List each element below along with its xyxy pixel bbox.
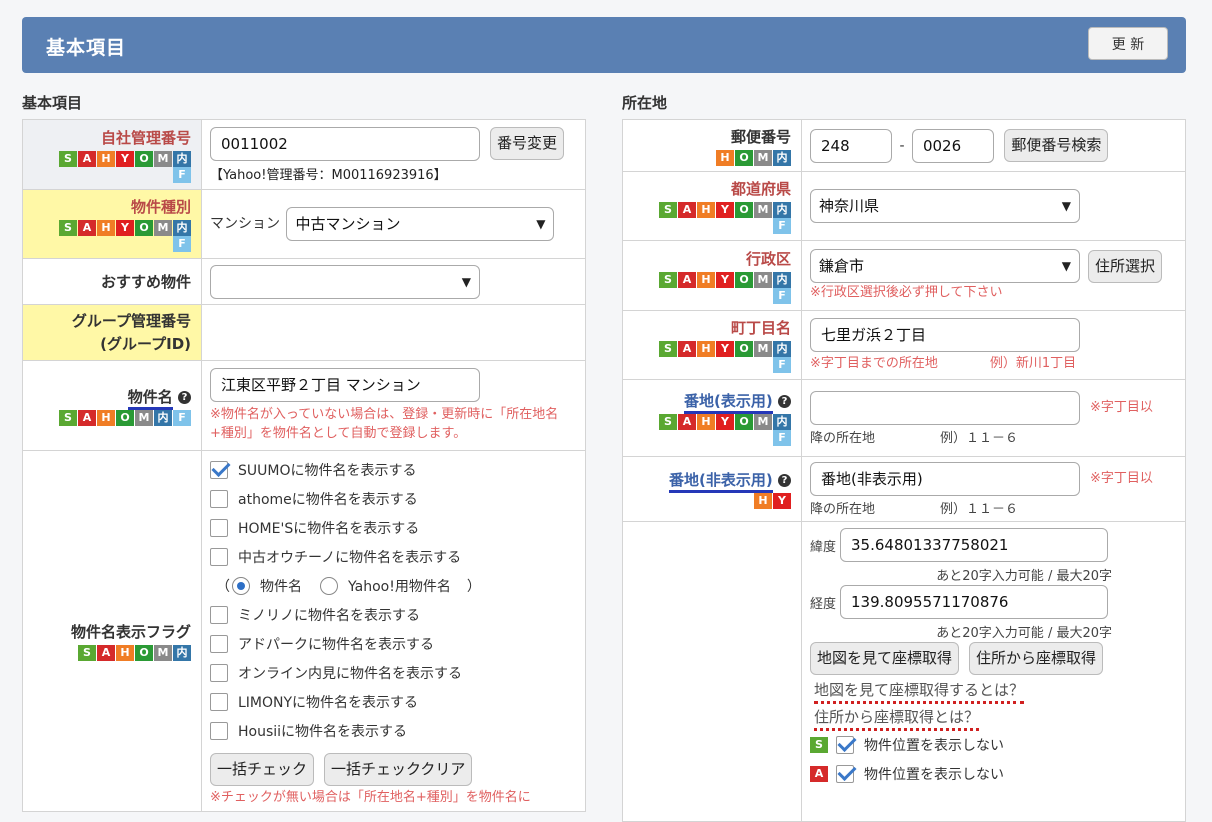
flag-item[interactable]: SUUMOに物件名を表示する	[210, 455, 577, 484]
portal-badges: SAHYOM内F	[651, 414, 791, 446]
prop-name-input[interactable]: 江東区平野２丁目 マンション	[210, 368, 480, 402]
banchi-label: 番地(表示用)	[684, 392, 773, 414]
flag-item[interactable]: Housiiに物件名を表示する	[210, 716, 577, 745]
radio-prop-name[interactable]	[232, 576, 250, 595]
zip-search-button[interactable]: 郵便番号検索	[1004, 129, 1109, 162]
chevron-down-icon: ▼	[461, 274, 471, 289]
town-note: ※字丁目までの所在地 例）新川1丁目	[810, 355, 1077, 371]
zip-input-1[interactable]: 248	[810, 128, 892, 163]
radio-yahoo-name[interactable]	[320, 576, 338, 595]
zip-label: 郵便番号	[730, 127, 791, 146]
help-icon[interactable]: ?	[778, 474, 791, 487]
city-label: 行政区	[745, 249, 791, 268]
help-icon[interactable]: ?	[178, 390, 191, 404]
lat-label: 緯度	[810, 539, 837, 555]
pref-select[interactable]: 神奈川県 ▼	[810, 189, 1080, 223]
city-note: ※行政区選択後必ず押して下さい	[810, 285, 1003, 300]
lng-count: あと20字入力可能 / 最大20字	[936, 626, 1112, 641]
check-all-button[interactable]: 一括チェック	[210, 753, 315, 786]
recommend-select[interactable]: ▼	[210, 264, 480, 299]
banchi-hidden-label: 番地(非表示用)	[669, 471, 773, 493]
checkbox[interactable]	[210, 489, 228, 508]
banchi-input[interactable]	[810, 390, 1080, 425]
page-title: 基本項目	[46, 37, 127, 59]
address-coords-button[interactable]: 住所から座標取得	[969, 642, 1104, 675]
hide-position-athome[interactable]: A 物件位置を表示しない	[810, 759, 1177, 788]
flag-note: ※チェックが無い場合は「所在地名+種別」を物件名に	[210, 790, 531, 805]
town-input[interactable]: 七里ガ浜２丁目	[810, 317, 1080, 352]
update-button[interactable]: 更 新	[1088, 27, 1168, 60]
mgmt-no-label-cell: 自社管理番号 SAHYOM内F	[22, 119, 202, 190]
flag-item[interactable]: LIMONYに物件名を表示する	[210, 687, 577, 716]
portal-badges: SAHYOM内F	[651, 271, 791, 304]
flag-item[interactable]: HOME'Sに物件名を表示する	[210, 513, 577, 542]
banchi-hidden-input[interactable]: 番地(非表示用)	[810, 461, 1080, 496]
pref-label: 都道府県	[730, 180, 791, 198]
prop-type-prefix: マンション	[210, 216, 280, 232]
portal-badges: SAHYOM内F	[51, 220, 191, 252]
mgmt-no-input[interactable]: 0011002	[210, 126, 480, 161]
banchi-note: 降の所在地 例）１１－６	[810, 430, 1019, 446]
page-header: 基本項目 更 新	[22, 17, 1186, 73]
checkbox[interactable]	[210, 692, 228, 711]
basic-items-table: 自社管理番号 SAHYOM内F 0011002 番号変更 【Yahoo!管理番号…	[22, 119, 586, 812]
address-coords-help-link[interactable]: 住所から座標取得とは？	[814, 708, 980, 731]
town-label: 町丁目名	[730, 319, 791, 337]
section-title-basic: 基本項目	[22, 94, 83, 112]
prop-type-select[interactable]: 中古マンション ▼	[286, 207, 555, 241]
mgmt-no-label: 自社管理番号	[100, 128, 191, 147]
name-type-radio-group: （ 物件名 Yahoo!用物件名 ）	[216, 576, 481, 595]
checkbox[interactable]	[210, 721, 228, 740]
zip-input-2[interactable]: 0026	[911, 128, 994, 163]
address-select-button[interactable]: 住所選択	[1088, 249, 1163, 283]
checkbox[interactable]	[836, 735, 854, 754]
yahoo-mgmt-no: 【Yahoo!管理番号：M00116923916】	[210, 167, 447, 183]
flag-item[interactable]: アドパークに物件名を表示する	[210, 629, 577, 658]
banchi-hidden-note: 降の所在地 例）１１－６	[810, 501, 1019, 517]
checkbox[interactable]	[210, 663, 228, 682]
portal-badges: SAHYOM内F	[51, 150, 191, 183]
checkbox[interactable]	[210, 605, 228, 624]
clear-all-button[interactable]: 一括チェッククリア	[324, 753, 473, 786]
checkbox[interactable]	[210, 634, 228, 653]
flag-item[interactable]: ミノリノに物件名を表示する	[210, 600, 577, 629]
checkbox[interactable]	[210, 460, 228, 479]
flag-item[interactable]: 中古オウチーノに物件名を表示する	[210, 542, 577, 571]
lat-count: あと20字入力可能 / 最大20字	[936, 569, 1112, 584]
recommend-label: おすすめ物件	[22, 258, 202, 305]
portal-badges: SAHYOM内F	[651, 341, 791, 373]
help-icon[interactable]: ?	[778, 395, 791, 408]
checkbox[interactable]	[210, 518, 228, 537]
lat-input[interactable]: 35.64801337758021	[840, 528, 1109, 562]
prop-type-label: 物件種別	[130, 198, 191, 216]
group-label: グループ管理番号	[71, 311, 191, 330]
portal-badges: SAHYOM内F	[651, 202, 791, 234]
checkbox[interactable]	[210, 547, 228, 566]
location-table: 郵便番号 HOM内 248 - 0026 郵便番号検索 都道府県 SAHYOM内…	[622, 119, 1186, 822]
flag-label: 物件名表示フラグ	[70, 623, 191, 641]
map-coords-button[interactable]: 地図を見て座標取得	[810, 642, 960, 675]
prop-name-note: ※物件名が入っていない場合は、登録・更新時に「所在地名+種別」を物件名として自動…	[210, 407, 559, 441]
prop-name-label: 物件名	[127, 387, 173, 410]
portal-badges: SAHOM内F	[51, 409, 191, 426]
flag-item[interactable]: オンライン内見に物件名を表示する	[210, 658, 577, 687]
lng-input[interactable]: 139.8095571170876	[840, 585, 1109, 619]
section-title-location: 所在地	[622, 94, 668, 112]
lng-label: 経度	[810, 596, 837, 612]
map-coords-help-link[interactable]: 地図を見て座標取得するとは？	[814, 681, 1025, 704]
portal-badges: SAHOM内	[51, 645, 191, 661]
change-number-button[interactable]: 番号変更	[490, 127, 565, 160]
hide-position-suumo[interactable]: S 物件位置を表示しない	[810, 730, 1177, 759]
portal-badges: HY	[651, 493, 791, 509]
group-label-sub: (グループID)	[100, 334, 191, 353]
portal-badges: HOM内	[691, 149, 791, 166]
flag-item[interactable]: athomeに物件名を表示する	[210, 484, 577, 513]
chevron-down-icon: ▼	[1061, 259, 1071, 273]
chevron-down-icon: ▼	[536, 217, 546, 231]
city-select[interactable]: 鎌倉市 ▼	[810, 249, 1080, 283]
checkbox[interactable]	[836, 764, 854, 783]
chevron-down-icon: ▼	[1061, 199, 1071, 213]
